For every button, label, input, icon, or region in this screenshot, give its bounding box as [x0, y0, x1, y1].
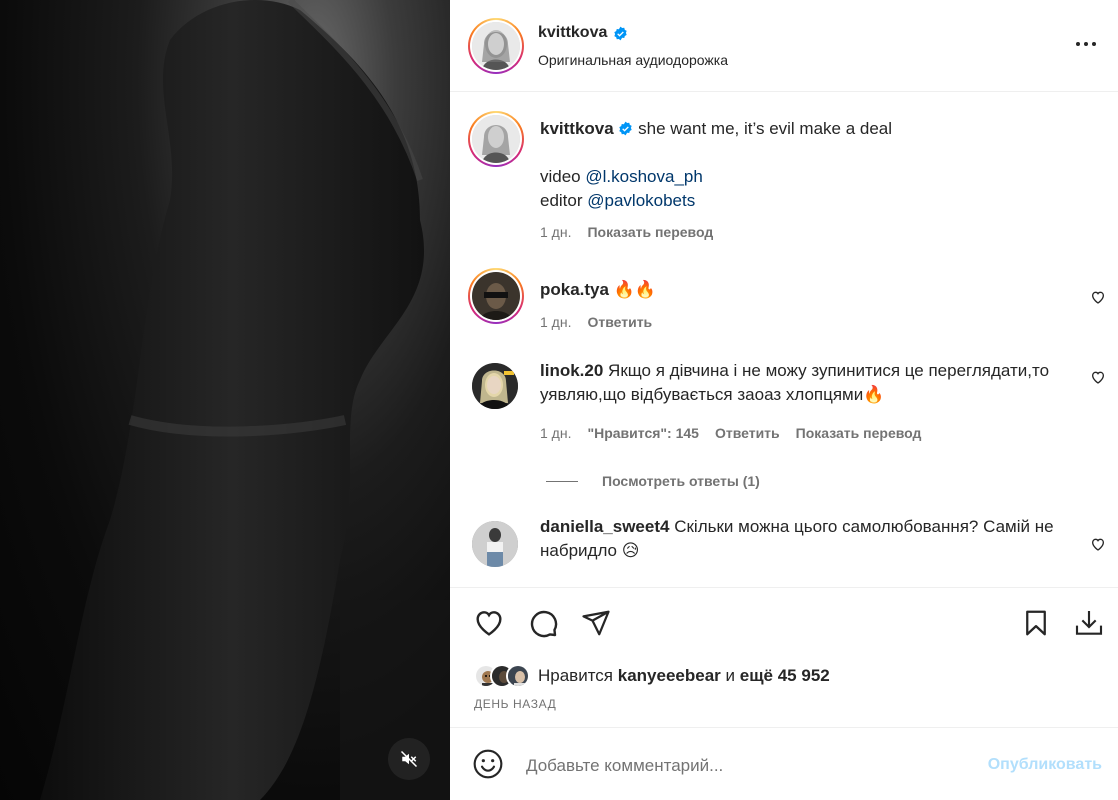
- verified-badge-icon: [619, 121, 633, 136]
- likes-count[interactable]: ещё 45 952: [740, 666, 830, 685]
- like-button[interactable]: [472, 606, 506, 640]
- save-button[interactable]: [1019, 606, 1053, 640]
- comment-button[interactable]: [526, 606, 560, 640]
- comment-icon: [530, 610, 558, 638]
- comment-username[interactable]: linok.20: [540, 361, 603, 380]
- story-ring[interactable]: [468, 268, 524, 324]
- heart-icon[interactable]: [1090, 369, 1106, 385]
- more-dot: [1084, 42, 1088, 46]
- view-replies-button[interactable]: Посмотреть ответы (1): [546, 473, 760, 489]
- share-icon: [582, 610, 610, 636]
- video-frame: [40, 0, 450, 800]
- smiley-icon[interactable]: [472, 748, 504, 780]
- likes-prefix: Нравится: [538, 666, 614, 685]
- avatar[interactable]: [472, 363, 518, 409]
- more-options-button[interactable]: [1072, 34, 1100, 54]
- comment-meta: 1 дн. Ответить: [540, 314, 652, 330]
- publish-button[interactable]: Опубликовать: [988, 756, 1102, 774]
- author-name[interactable]: kvittkova: [538, 24, 607, 42]
- reply-button[interactable]: Ответить: [715, 425, 780, 441]
- comment-meta: 1 дн. "Нравится": 145 Ответить Показать …: [540, 425, 921, 441]
- timestamp[interactable]: 1 дн.: [540, 314, 571, 330]
- post-header: kvittkova Оригинальная аудиодорожка: [450, 0, 1118, 92]
- comment: daniella_sweet4 Скільки можна цього само…: [450, 517, 1118, 587]
- divider: [450, 727, 1118, 728]
- avatar: [472, 272, 520, 320]
- post-video[interactable]: [0, 0, 450, 800]
- avatar: [472, 115, 520, 163]
- translate-button[interactable]: Показать перевод: [796, 425, 922, 441]
- mute-toggle-button[interactable]: [388, 738, 430, 780]
- heart-icon: [476, 611, 502, 636]
- caption-text: kvittkova she want me, it’s evil make a …: [540, 117, 1060, 213]
- comment-input[interactable]: [526, 752, 966, 780]
- caption: kvittkova she want me, it’s evil make a …: [450, 111, 1118, 251]
- replies-divider: [546, 480, 578, 482]
- comment-text: linok.20 Якщо я дівчина і не можу зупини…: [540, 359, 1060, 407]
- view-replies-label: Посмотреть ответы (1): [602, 473, 760, 489]
- timestamp[interactable]: 1 дн.: [540, 224, 571, 240]
- action-bar: [450, 600, 1118, 648]
- credit-label: video: [540, 167, 586, 186]
- timestamp[interactable]: 1 дн.: [540, 425, 571, 441]
- comment-likes[interactable]: "Нравится": 145: [587, 425, 698, 441]
- verified-badge-icon: [614, 26, 628, 40]
- download-button[interactable]: [1072, 606, 1106, 640]
- avatar[interactable]: [472, 521, 518, 567]
- author-username[interactable]: kvittkova: [538, 24, 628, 42]
- credit-label: editor: [540, 191, 588, 210]
- download-icon: [1075, 611, 1103, 635]
- bookmark-icon: [1026, 610, 1046, 636]
- post-date[interactable]: ДЕНЬ НАЗАД: [474, 697, 556, 711]
- comment-username[interactable]: poka.tya: [540, 280, 609, 299]
- likes-summary: Нравится kanyeeebear и ещё 45 952: [474, 662, 830, 690]
- post-details-panel: kvittkova Оригинальная аудиодорожка kvit…: [450, 0, 1118, 800]
- reply-button[interactable]: Ответить: [587, 314, 652, 330]
- story-ring[interactable]: [468, 18, 524, 74]
- mention-link[interactable]: @pavlokobets: [587, 191, 695, 210]
- caption-credit-editor: editor @pavlokobets: [540, 189, 1060, 213]
- heart-icon[interactable]: [1090, 536, 1106, 552]
- comment-text: poka.tya 🔥🔥: [540, 278, 1060, 302]
- more-horizontal-icon: [1076, 42, 1080, 46]
- translate-button[interactable]: Показать перевод: [587, 224, 713, 240]
- share-button[interactable]: [579, 606, 613, 640]
- comment-username[interactable]: daniella_sweet4: [540, 517, 669, 536]
- more-dot: [1092, 42, 1096, 46]
- likes-and: и: [725, 666, 736, 685]
- caption-credit-video: video @l.koshova_ph: [540, 165, 1060, 189]
- comment-text: daniella_sweet4 Скільки можна цього само…: [540, 515, 1060, 563]
- mention-link[interactable]: @l.koshova_ph: [585, 167, 702, 186]
- caption-username[interactable]: kvittkova: [540, 119, 614, 138]
- liker-avatar[interactable]: [506, 664, 530, 688]
- comment-body: 🔥🔥: [613, 280, 657, 299]
- heart-icon[interactable]: [1090, 289, 1106, 305]
- liker-username[interactable]: kanyeeebear: [618, 666, 721, 685]
- caption-body: she want me, it’s evil make a deal: [638, 119, 893, 138]
- story-ring[interactable]: [468, 111, 524, 167]
- likes-text[interactable]: Нравится kanyeeebear и ещё 45 952: [538, 666, 830, 686]
- audio-label[interactable]: Оригинальная аудиодорожка: [538, 52, 728, 68]
- divider: [450, 587, 1118, 588]
- speaker-muted-icon: [400, 750, 418, 768]
- comment: poka.tya 🔥🔥 1 дн. Ответить: [450, 268, 1118, 338]
- avatar: [472, 22, 520, 70]
- caption-meta: 1 дн. Показать перевод: [540, 224, 713, 240]
- comments-list[interactable]: kvittkova she want me, it’s evil make a …: [450, 93, 1118, 587]
- comment-body: Якщо я дівчина і не можу зупинитися це п…: [540, 361, 1050, 404]
